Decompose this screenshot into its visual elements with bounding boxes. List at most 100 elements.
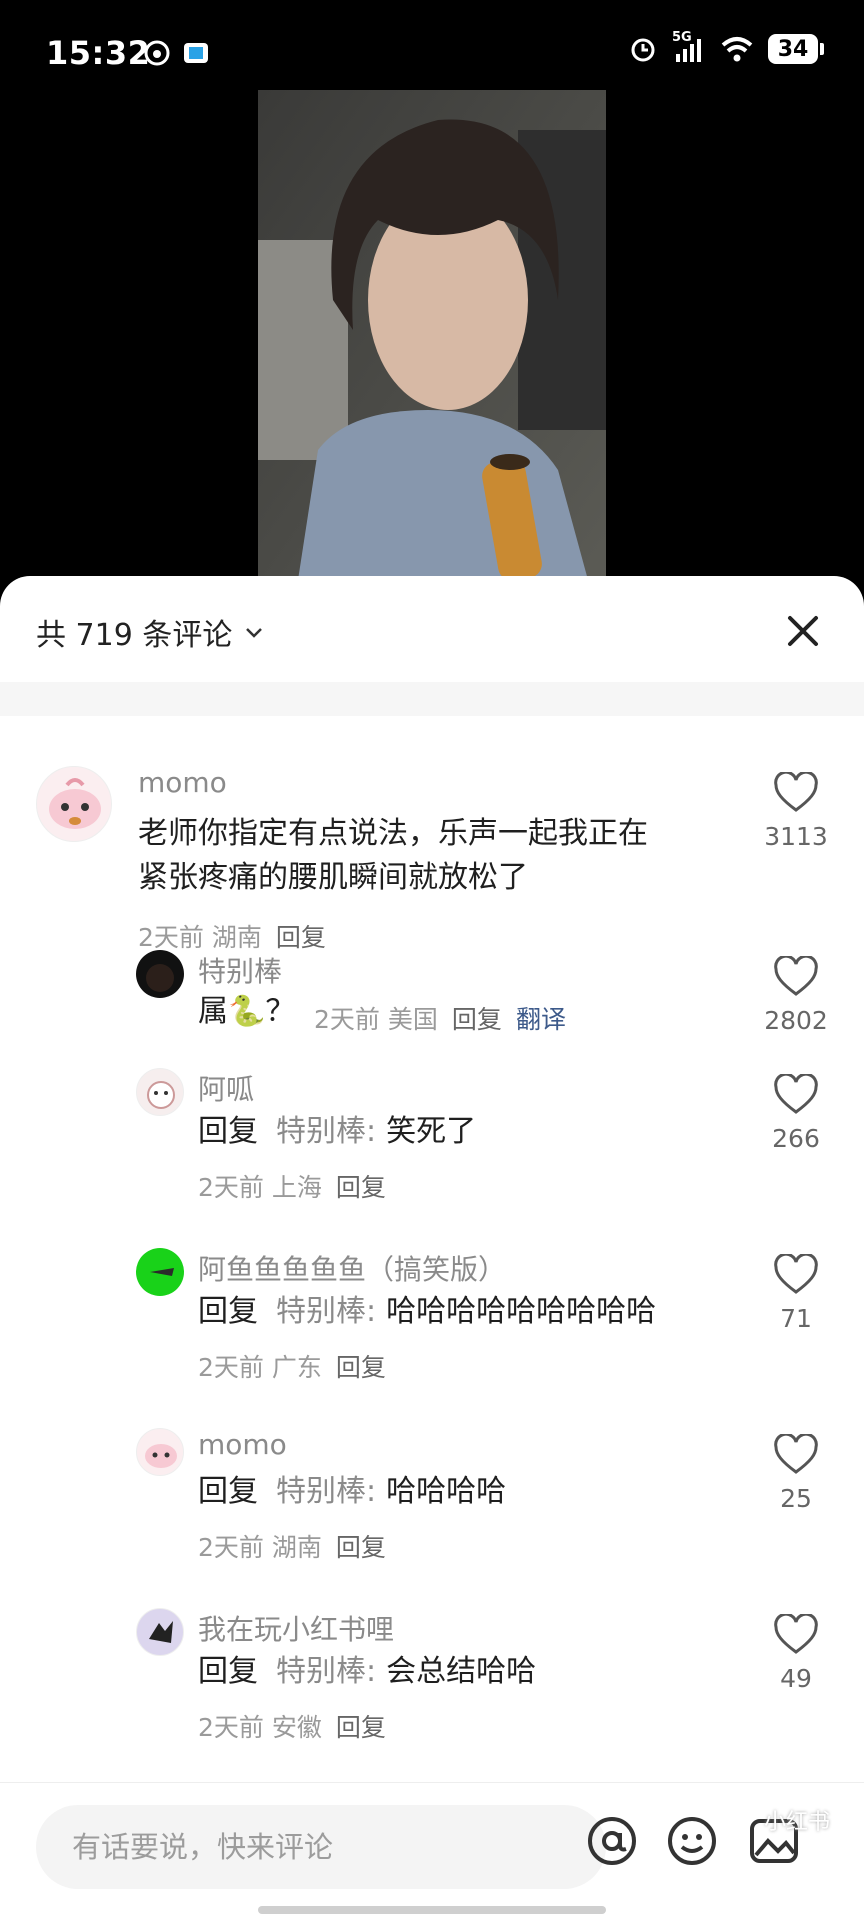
reply-prefix: 回复 <box>198 1294 258 1329</box>
reply-item[interactable]: 阿鱼鱼鱼鱼鱼（搞笑版） 回复 特别棒: 哈哈哈哈哈哈哈哈哈 2天前 广东 回复 71 <box>0 1248 864 1398</box>
chevron-down-icon <box>246 628 263 638</box>
reply-button[interactable]: 回复 <box>452 1000 502 1036</box>
reply-prefix: 回复 <box>198 1654 258 1689</box>
comment-count-title: 共 719 条评论 <box>36 618 233 653</box>
comment-text-line: 老师你指定有点说法，乐声一起我正在 <box>138 816 648 851</box>
avatar[interactable] <box>136 950 184 998</box>
status-time: 15:32 <box>46 34 151 72</box>
reply-location: 美国 <box>387 1005 438 1034</box>
avatar[interactable] <box>136 1068 184 1116</box>
like-button[interactable]: 266 <box>756 1072 836 1153</box>
reply-time: 2天前 <box>198 1533 264 1562</box>
reply-item[interactable]: momo 回复 特别棒: 哈哈哈哈 2天前 湖南 回复 25 <box>0 1428 864 1578</box>
reply-target[interactable]: 特别棒: <box>276 1654 376 1689</box>
like-count: 71 <box>780 1304 812 1333</box>
reply-text: 回复 特别棒: 哈哈哈哈 <box>198 1470 506 1514</box>
reply-username[interactable]: momo <box>198 1428 287 1461</box>
watermark: 小红书 <box>763 1810 830 1835</box>
reply-meta: 2天前 广东 回复 <box>198 1348 386 1384</box>
reply-text: 回复 特别棒: 会总结哈哈 <box>198 1650 536 1694</box>
reply-body: 会总结哈哈 <box>386 1654 537 1689</box>
reply-item[interactable]: 我在玩小红书哩 回复 特别棒: 会总结哈哈 2天前 安徽 回复 49 <box>0 1608 864 1758</box>
wifi-icon <box>721 37 753 62</box>
comment-item[interactable]: momo 老师你指定有点说法，乐声一起我正在 紧张疼痛的腰肌瞬间就放松了 2天前… <box>0 716 864 952</box>
weibo-icon <box>144 40 170 66</box>
reply-button[interactable]: 回复 <box>336 1528 386 1564</box>
reply-body: 笑死了 <box>386 1114 477 1149</box>
battery-icon: 34 <box>768 34 824 64</box>
comment-text: 老师你指定有点说法，乐声一起我正在 紧张疼痛的腰肌瞬间就放松了 <box>138 812 648 900</box>
video-frame <box>258 90 606 580</box>
reply-time: 2天前 <box>198 1713 264 1742</box>
reply-button[interactable]: 回复 <box>276 918 326 954</box>
reply-body: 哈哈哈哈 <box>386 1474 507 1509</box>
comment-input[interactable]: 有话要说，快来评论 <box>36 1805 606 1889</box>
heart-icon <box>774 1432 818 1474</box>
reply-username[interactable]: 特别棒 <box>198 950 282 990</box>
heart-icon <box>774 1072 818 1114</box>
reply-location: 上海 <box>271 1173 322 1202</box>
heart-icon <box>774 1612 818 1654</box>
avatar[interactable] <box>136 1608 184 1656</box>
reply-target[interactable]: 特别棒: <box>276 1474 376 1509</box>
comment-username[interactable]: momo <box>138 766 227 799</box>
like-button[interactable]: 3113 <box>756 770 836 851</box>
comment-time: 2天前 <box>138 923 204 952</box>
avatar[interactable] <box>136 1428 184 1476</box>
reply-button[interactable]: 回复 <box>336 1348 386 1384</box>
home-indicator[interactable] <box>258 1906 606 1914</box>
comment-sheet: 共 719 条评论 momo 老师你指定有点说法，乐声一起我正在 紧张疼痛的腰肌… <box>0 576 864 1920</box>
book-icon <box>184 43 208 63</box>
screen: 15:32 5G 34 共 719 条评论 momo 老师你指定有点说法，乐声一… <box>0 0 864 1920</box>
reply-time: 2天前 <box>198 1173 264 1202</box>
sheet-header: 共 719 条评论 <box>0 576 864 716</box>
emoji-icon[interactable] <box>664 1813 720 1869</box>
reply-location: 湖南 <box>271 1533 322 1562</box>
reply-meta: 2天前 安徽 回复 <box>198 1708 386 1744</box>
comment-count-dropdown[interactable]: 共 719 条评论 <box>36 610 266 654</box>
reply-item[interactable]: 阿呱 回复 特别棒: 笑死了 2天前 上海 回复 266 <box>0 1068 864 1218</box>
network-label: 5G <box>672 30 692 45</box>
reply-text: 回复 特别棒: 笑死了 <box>198 1110 476 1154</box>
like-count: 25 <box>780 1484 812 1513</box>
close-icon[interactable] <box>778 606 828 656</box>
reply-meta: 2天前 美国 回复 翻译 <box>314 1000 566 1036</box>
like-button[interactable]: 25 <box>756 1432 836 1513</box>
reply-item[interactable]: 特别棒 属🐍？ 2天前 美国 回复 翻译 2802 <box>0 950 864 1060</box>
at-icon[interactable] <box>584 1813 640 1869</box>
divider <box>0 682 864 716</box>
reply-username[interactable]: 阿鱼鱼鱼鱼鱼（搞笑版） <box>198 1248 506 1288</box>
reply-body: 哈哈哈哈哈哈哈哈哈 <box>386 1294 657 1329</box>
heart-icon <box>774 1252 818 1294</box>
like-button[interactable]: 49 <box>756 1612 836 1693</box>
reply-meta: 2天前 上海 回复 <box>198 1168 386 1204</box>
reply-username[interactable]: 我在玩小红书哩 <box>198 1608 394 1648</box>
signal-icon: 5G <box>672 30 706 64</box>
translate-button[interactable]: 翻译 <box>516 1000 566 1036</box>
alarm-icon <box>631 38 655 62</box>
reply-button[interactable]: 回复 <box>336 1708 386 1744</box>
reply-username[interactable]: 阿呱 <box>198 1068 254 1108</box>
battery-level: 34 <box>777 36 809 62</box>
like-button[interactable]: 71 <box>756 1252 836 1333</box>
reply-prefix: 回复 <box>198 1474 258 1509</box>
like-count: 49 <box>780 1664 812 1693</box>
reply-meta: 2天前 湖南 回复 <box>198 1528 386 1564</box>
comment-meta: 2天前 湖南 回复 <box>138 918 326 954</box>
avatar[interactable] <box>36 766 112 842</box>
comment-input-bar: 有话要说，快来评论 <box>0 1782 864 1920</box>
avatar[interactable] <box>136 1248 184 1296</box>
heart-icon <box>774 770 818 812</box>
heart-icon <box>774 954 818 996</box>
reply-time: 2天前 <box>314 1005 380 1034</box>
reply-button[interactable]: 回复 <box>336 1168 386 1204</box>
like-count: 2802 <box>764 1006 828 1035</box>
comment-location: 湖南 <box>211 923 262 952</box>
reply-target[interactable]: 特别棒: <box>276 1114 376 1149</box>
reply-text: 回复 特别棒: 哈哈哈哈哈哈哈哈哈 <box>198 1290 656 1334</box>
reply-target[interactable]: 特别棒: <box>276 1294 376 1329</box>
like-button[interactable]: 2802 <box>756 954 836 1035</box>
video-player[interactable] <box>258 90 606 580</box>
comment-text-line: 紧张疼痛的腰肌瞬间就放松了 <box>138 860 528 895</box>
like-count: 3113 <box>764 822 828 851</box>
